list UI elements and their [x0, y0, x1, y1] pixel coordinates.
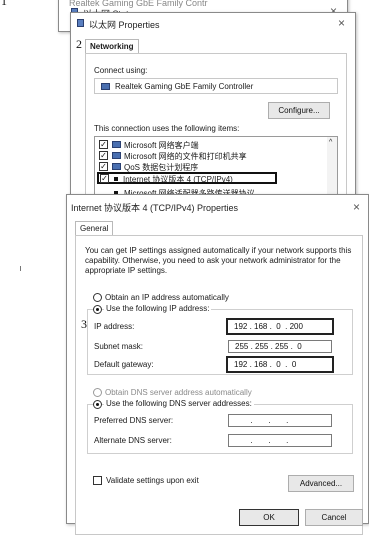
adapter-icon: [101, 83, 110, 90]
cancel-button[interactable]: Cancel: [305, 509, 363, 526]
tab-general[interactable]: General: [75, 221, 114, 235]
alternate-dns-input[interactable]: . . .: [228, 434, 332, 447]
auto-dns-radio[interactable]: [93, 388, 102, 397]
adapter-name: Realtek Gaming GbE Family Controller: [115, 82, 254, 91]
networking-panel: Connect using: Realtek Gaming GbE Family…: [85, 53, 347, 203]
scroll-up-icon[interactable]: ^: [329, 139, 332, 146]
step-3-marker: 3: [81, 317, 87, 331]
use-dns-label[interactable]: Use the following DNS server addresses:: [104, 399, 254, 408]
validate-checkbox[interactable]: [93, 476, 102, 485]
step-1-marker: 1: [1, 0, 7, 8]
step-2-marker: 2: [76, 37, 82, 51]
ipv4-close-icon[interactable]: ×: [353, 201, 360, 213]
item-label: Internet 协议版本 4 (TCP/IPv4): [123, 175, 233, 184]
configure-button[interactable]: Configure...: [268, 102, 330, 119]
item-label: Microsoft 网络的文件和打印机共享: [124, 152, 247, 161]
list-item-selected[interactable]: ✓ Internet 协议版本 4 (TCP/IPv4): [97, 172, 277, 184]
items-list: ✓ Microsoft 网络客户端 ✓ Microsoft 网络的文件和打印机共…: [94, 136, 338, 202]
preferred-dns-input[interactable]: . . .: [228, 414, 332, 427]
tab-networking[interactable]: Networking: [85, 39, 139, 53]
item-checkbox[interactable]: ✓: [99, 151, 108, 160]
ip-address-label: IP address:: [94, 322, 135, 331]
subnet-mask-input[interactable]: 255 . 255 . 255 . 0: [228, 340, 332, 353]
network-icon: [77, 19, 84, 27]
properties-title: 以太网 Properties: [89, 20, 160, 30]
connect-using-label: Connect using:: [94, 66, 148, 75]
protocol-icon: [114, 177, 118, 181]
validate-label[interactable]: Validate settings upon exit: [106, 476, 199, 485]
file-sharing-icon: [112, 152, 121, 159]
adapter-box: Realtek Gaming GbE Family Controller: [94, 78, 338, 94]
auto-ip-label[interactable]: Obtain an IP address automatically: [105, 293, 229, 302]
properties-close-icon[interactable]: ×: [338, 17, 345, 29]
network-client-icon: [112, 141, 121, 148]
use-dns-radio[interactable]: [93, 400, 102, 409]
description-text: You can get IP settings assigned automat…: [85, 246, 352, 275]
default-gateway-input[interactable]: 192 . 168 . 0 . 0: [226, 356, 334, 373]
margin-mark: [20, 266, 21, 271]
default-gateway-label: Default gateway:: [94, 360, 154, 369]
item-checkbox[interactable]: ✓: [100, 174, 109, 183]
item-label: Microsoft 网络客户端: [124, 141, 199, 150]
ipv4-dialog: Internet 协议版本 4 (TCP/IPv4) Properties × …: [66, 194, 369, 535]
properties-window: 以太网 Properties × Networking Connect usin…: [70, 12, 356, 203]
general-panel: You can get IP settings assigned automat…: [75, 235, 363, 535]
qos-icon: [112, 163, 121, 170]
advanced-button[interactable]: Advanced...: [288, 475, 354, 492]
items-label: This connection uses the following items…: [94, 124, 240, 133]
ok-button[interactable]: OK: [239, 509, 299, 526]
auto-dns-label[interactable]: Obtain DNS server address automatically: [105, 388, 252, 397]
preferred-dns-label: Preferred DNS server:: [94, 416, 174, 425]
use-ip-label[interactable]: Use the following IP address:: [104, 304, 212, 313]
list-scrollbar[interactable]: ^: [327, 137, 337, 201]
item-checkbox[interactable]: ✓: [99, 140, 108, 149]
subnet-mask-label: Subnet mask:: [94, 342, 143, 351]
ip-address-input[interactable]: 192 . 168 . 0 . 200: [226, 318, 334, 335]
auto-ip-radio[interactable]: [93, 293, 102, 302]
ipv4-title: Internet 协议版本 4 (TCP/IPv4) Properties: [71, 203, 239, 213]
item-checkbox[interactable]: ✓: [99, 162, 108, 171]
alternate-dns-label: Alternate DNS server:: [94, 436, 172, 445]
use-ip-radio[interactable]: [93, 305, 102, 314]
